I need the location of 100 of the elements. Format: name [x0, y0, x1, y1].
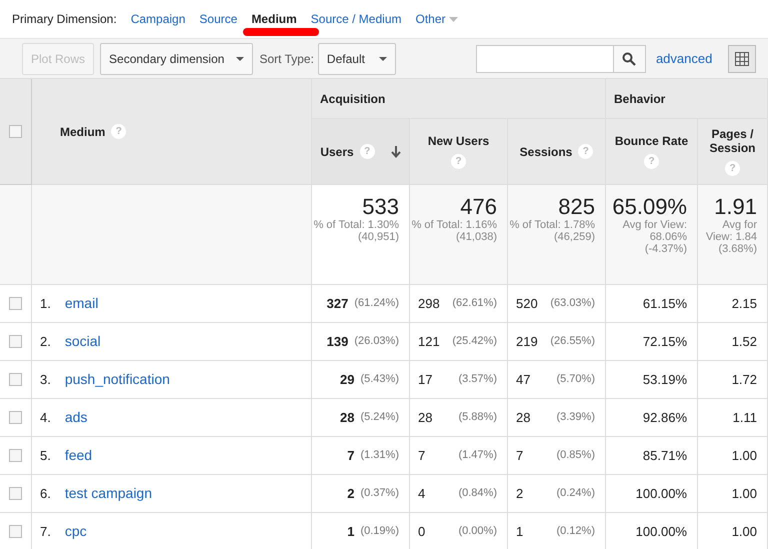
- table-cell-text: 28: [418, 408, 432, 427]
- total-value: 65.09%: [612, 195, 687, 219]
- table-cell-text: 121: [418, 332, 440, 351]
- column-header[interactable]: New Users: [428, 134, 490, 148]
- table-cell-text: (5.43%): [360, 372, 399, 388]
- dimension-link[interactable]: Medium: [251, 10, 297, 28]
- total-note: % of Total: 1.16% (41,038): [410, 219, 497, 243]
- sort-down-icon[interactable]: [390, 146, 401, 158]
- table-cell-text: 0: [418, 522, 426, 541]
- table-cell-text: 92.86%: [642, 408, 687, 427]
- table-cell-text: 1.11: [732, 408, 757, 427]
- column-header-cell[interactable]: Sessions ?: [508, 119, 606, 185]
- table-cell-text: (63.03%): [550, 296, 595, 312]
- table-cell-text: 28: [340, 408, 354, 427]
- row-link[interactable]: feed: [64, 445, 92, 466]
- caret-icon: [378, 56, 387, 60]
- checkbox[interactable]: [9, 449, 22, 462]
- table-cell-text: 29: [340, 370, 354, 389]
- grid-icon: [735, 52, 750, 66]
- column-header: Medium: [60, 124, 106, 140]
- column-group-header: Acquisition: [320, 90, 386, 108]
- table-cell-text: (1.47%): [458, 448, 497, 464]
- sort-type-dropdown[interactable]: Default: [318, 42, 396, 74]
- dimension-link[interactable]: Source: [199, 10, 238, 28]
- table-cell-text: (0.24%): [556, 486, 595, 502]
- column-header-cell[interactable]: Bounce Rate ?: [606, 119, 698, 185]
- row-link[interactable]: test campaign: [64, 483, 152, 504]
- row-number: 7.: [40, 522, 51, 541]
- total-value: 533: [362, 195, 399, 219]
- table-cell-text: (5.88%): [458, 410, 497, 426]
- table-cell-text: (3.39%): [556, 410, 595, 426]
- column-header[interactable]: Sessions: [520, 144, 572, 158]
- checkbox[interactable]: [9, 373, 22, 386]
- table-cell-text: (0.19%): [360, 524, 399, 540]
- dimension-link[interactable]: Other: [415, 10, 446, 28]
- table-cell-text: 61.15%: [642, 294, 687, 313]
- table-cell-text: (1.31%): [360, 448, 399, 464]
- column-header[interactable]: Users: [320, 144, 354, 158]
- table-cell-text: 2.15: [732, 294, 757, 313]
- table-cell-text: 100.00%: [636, 484, 687, 503]
- caret-icon: [236, 56, 244, 60]
- total-note: % of Total: 1.78% (46,259): [508, 219, 595, 243]
- table-cell-text: 7: [516, 446, 524, 465]
- table-cell-text: (5.24%): [360, 410, 399, 426]
- secondary-dimension-dropdown[interactable]: Secondary dimension: [100, 42, 254, 74]
- table-cell-text: 85.71%: [642, 446, 687, 465]
- checkbox[interactable]: [9, 487, 22, 500]
- search-field[interactable]: [476, 44, 614, 72]
- row-link[interactable]: push_notification: [64, 369, 170, 390]
- checkbox[interactable]: [9, 297, 22, 310]
- table-cell-text: (62.61%): [452, 296, 497, 312]
- table-cell-text: 520: [516, 294, 538, 313]
- sort-type-label: Sort Type:: [259, 50, 314, 68]
- table-cell-text: (3.57%): [458, 372, 497, 388]
- row-link[interactable]: ads: [64, 407, 88, 428]
- checkbox[interactable]: [9, 125, 22, 138]
- table-cell-text: (61.24%): [354, 296, 399, 312]
- column-header-cell[interactable]: New Users ?: [410, 119, 508, 185]
- table-cell-text: 1: [347, 522, 354, 541]
- advanced-link[interactable]: advanced: [656, 48, 712, 68]
- row-number: 3.: [40, 370, 51, 389]
- row-number: 1.: [40, 294, 51, 313]
- table-cell-text: (0.12%): [556, 524, 595, 540]
- total-value: 1.91: [714, 195, 757, 219]
- table-cell-text: 2: [347, 484, 354, 503]
- row-link[interactable]: cpc: [64, 521, 87, 542]
- table-cell-text: 1.72: [732, 370, 757, 389]
- checkbox[interactable]: [9, 525, 22, 538]
- row-number: 5.: [40, 446, 51, 465]
- primary-dimension-label: Primary Dimension:: [12, 11, 117, 28]
- search-button[interactable]: [614, 44, 646, 72]
- checkbox[interactable]: [9, 411, 22, 424]
- table-cell-text: 7: [418, 446, 426, 465]
- table-cell-text: 1.00: [732, 484, 757, 503]
- dimension-link[interactable]: Campaign: [130, 10, 186, 28]
- dimension-link[interactable]: Source / Medium: [310, 10, 402, 28]
- table-cell-text: 53.19%: [642, 370, 687, 389]
- checkbox[interactable]: [9, 335, 22, 348]
- table-cell-text: 47: [516, 370, 530, 389]
- table-cell-text: 1.52: [732, 332, 757, 351]
- search-icon: [622, 52, 636, 66]
- table-cell-text: 2: [516, 484, 524, 503]
- table-view-button[interactable]: [728, 44, 756, 72]
- row-link[interactable]: social: [64, 331, 101, 352]
- column-header[interactable]: Pages / Session: [702, 127, 763, 155]
- table-cell-text: 327: [326, 294, 348, 313]
- table-cell-text: 1.00: [732, 522, 757, 541]
- row-link[interactable]: email: [64, 293, 98, 314]
- column-header[interactable]: Bounce Rate: [614, 134, 688, 148]
- column-header-cell[interactable]: Pages / Session ?: [698, 119, 768, 185]
- column-group-header: Behavior: [614, 90, 666, 108]
- table-cell-text: 1: [516, 522, 524, 541]
- table-cell-text: 1.00: [732, 446, 757, 465]
- table-cell-text: 4: [418, 484, 426, 503]
- total-note: Avg for View: 68.06% (-4.37%): [622, 219, 687, 255]
- table-cell-text: (0.00%): [458, 524, 497, 540]
- table-cell-text: 17: [418, 370, 432, 389]
- column-header-cell[interactable]: Users ?: [312, 119, 410, 185]
- table-cell-text: (25.42%): [452, 334, 497, 350]
- table-cell-text: 7: [347, 446, 354, 465]
